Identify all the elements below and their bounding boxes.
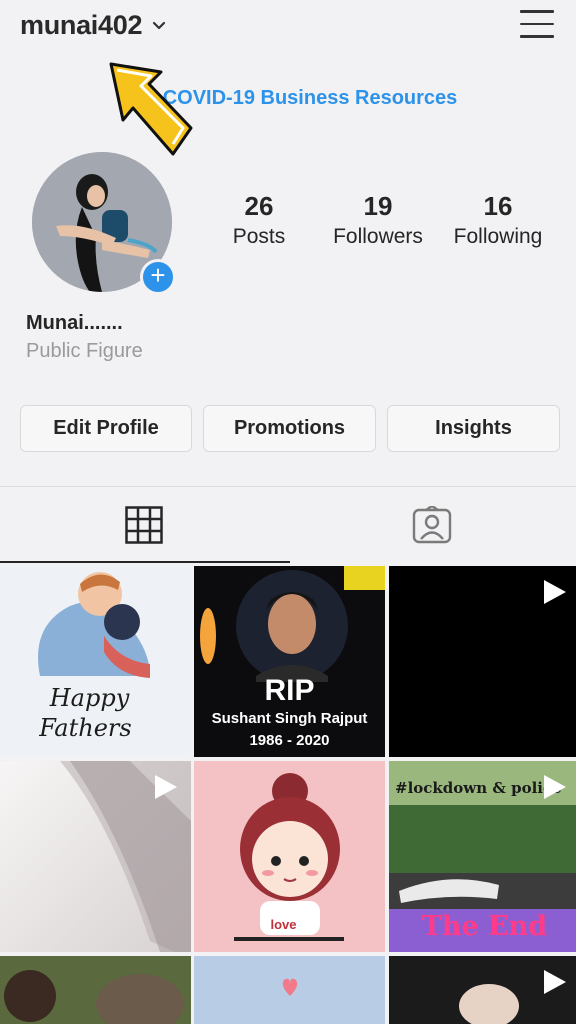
account-switcher[interactable]: munai402 [20, 10, 166, 41]
content-tabs [0, 486, 576, 564]
grid-icon [125, 506, 163, 544]
business-resources-link[interactable]: COVID-19 Business Resources [0, 87, 576, 110]
edit-profile-button[interactable]: Edit Profile [20, 405, 192, 452]
tab-grid[interactable] [0, 487, 288, 563]
post-tile[interactable] [194, 956, 385, 1024]
posts-label: Posts [232, 225, 286, 248]
category-label: Public Figure [26, 340, 143, 362]
post-tile[interactable]: Happy Fathers [0, 566, 191, 757]
post-caption-line2: Fathers [39, 714, 132, 742]
heart-quote-image [194, 956, 385, 1024]
add-story-button[interactable]: + [140, 259, 176, 295]
tab-tagged[interactable] [288, 487, 576, 563]
memorial-portrait [194, 566, 385, 757]
post-badge-text: love [270, 917, 297, 932]
post-tile[interactable]: love [194, 761, 385, 952]
post-years: 1986 - 2020 [249, 732, 330, 749]
video-play-icon [155, 775, 177, 799]
hamburger-menu-icon[interactable] [520, 10, 554, 40]
tagged-person-icon [412, 506, 452, 544]
following-count: 16 [483, 191, 513, 221]
video-play-icon [544, 775, 566, 799]
video-play-icon [544, 970, 566, 994]
video-play-icon [544, 580, 566, 604]
promotions-button[interactable]: Promotions [203, 405, 376, 452]
full-name: Munai....... [26, 312, 123, 334]
profile-stats: 26 Posts 19 Followers 16 Following [200, 190, 576, 260]
post-caption-line1: Happy [49, 684, 130, 712]
profile-avatar[interactable]: + [32, 152, 176, 295]
stat-followers[interactable]: 19 Followers [328, 190, 428, 252]
stat-following[interactable]: 16 Following [448, 190, 548, 252]
post-ending-text: The End [421, 911, 548, 942]
post-tile[interactable] [389, 956, 576, 1024]
stat-posts[interactable]: 26 Posts [230, 190, 288, 252]
followers-count: 19 [363, 191, 393, 221]
pointer-arrow-icon [109, 62, 193, 156]
post-title: RIP [264, 674, 315, 707]
following-label: Following [453, 225, 543, 248]
post-tile[interactable]: RIP Sushant Singh Rajput 1986 - 2020 [194, 566, 385, 757]
chevron-down-icon [153, 21, 166, 29]
top-bar: munai402 [0, 0, 576, 56]
post-tile[interactable]: #lockdown & police The End [389, 761, 576, 952]
profile-screen: munai402 COVID-19 Business Resources + 2… [0, 0, 576, 1024]
post-tile[interactable] [389, 566, 576, 757]
post-tile[interactable] [0, 761, 191, 952]
active-tab-indicator [0, 561, 290, 563]
post-tile[interactable] [0, 956, 191, 1024]
insights-button[interactable]: Insights [387, 405, 560, 452]
username: munai402 [20, 10, 143, 40]
posts-count: 26 [244, 191, 274, 221]
outdoor-photo [0, 956, 191, 1024]
post-subject-name: Sushant Singh Rajput [211, 710, 368, 727]
followers-label: Followers [333, 225, 423, 248]
